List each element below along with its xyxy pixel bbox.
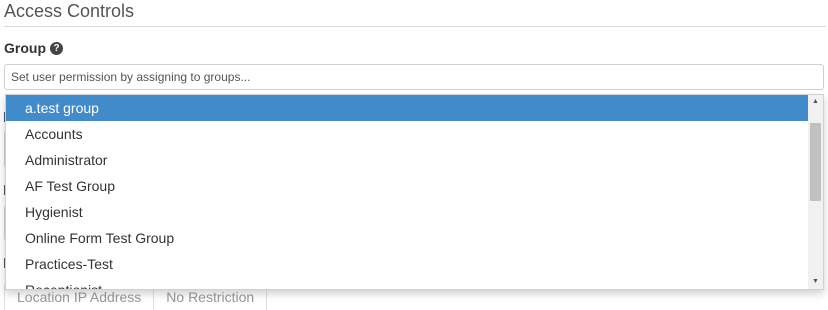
group-option[interactable]: Online Form Test Group: [6, 225, 808, 251]
dropdown-scrollbar[interactable]: ▲ ▼: [808, 95, 823, 289]
group-option-list: a.test group Accounts Administrator AF T…: [6, 95, 808, 289]
group-option[interactable]: Hygienist: [6, 199, 808, 225]
group-option[interactable]: a.test group: [6, 95, 808, 121]
scroll-up-icon[interactable]: ▲: [808, 95, 823, 109]
group-option[interactable]: AF Test Group: [6, 173, 808, 199]
scroll-thumb[interactable]: [810, 123, 821, 201]
section-title: Access Controls: [4, 1, 135, 21]
group-search-input[interactable]: [4, 64, 824, 90]
scroll-down-icon[interactable]: ▼: [808, 275, 823, 289]
help-icon[interactable]: ?: [50, 41, 63, 55]
group-option[interactable]: Practices-Test: [6, 251, 808, 277]
group-label: Group ?: [4, 40, 63, 56]
group-dropdown[interactable]: a.test group Accounts Administrator AF T…: [5, 94, 824, 290]
group-option[interactable]: Accounts: [6, 121, 808, 147]
group-option[interactable]: Administrator: [6, 147, 808, 173]
group-label-text: Group: [4, 40, 46, 56]
section-divider: [4, 26, 826, 27]
group-option[interactable]: Receptionist: [6, 277, 808, 289]
